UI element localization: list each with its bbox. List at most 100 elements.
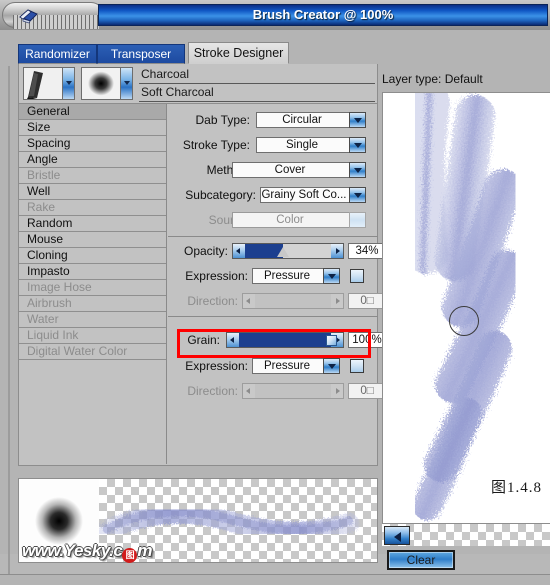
soft-dab-icon [82,68,120,99]
category-item-angle[interactable]: Angle [19,152,166,168]
category-item-well[interactable]: Well [19,184,166,200]
row-opacity: Opacity: 34% [168,243,386,261]
dab-type-value: Circular [282,114,322,126]
category-item-bristle: Bristle [19,168,166,184]
opacity-expression-value: Pressure [263,270,311,282]
chevron-down-icon[interactable] [349,162,366,178]
grain-expression-label: Expression: [185,359,248,373]
source-select: Color [232,212,366,228]
grain-direction-label: Direction: [187,384,238,398]
row-subcategory: Subcategory: Grainy Soft Co... [168,187,378,205]
category-item-spacing[interactable]: Spacing [19,136,166,152]
window-bottom-strip [0,574,550,585]
stroke-type-label: Stroke Type: [182,138,250,152]
stroke-type-value: Single [286,139,318,151]
opacity-expression-select[interactable]: Pressure [252,268,340,284]
category-list: General Size Spacing Angle Bristle Well … [19,104,167,464]
opacity-direction-increment [331,294,343,308]
clear-button[interactable]: Clear [387,550,455,570]
grain-invert-checkbox[interactable] [350,359,364,373]
charcoal-stick-icon [24,68,62,99]
row-grain-direction: Direction: 0□ [168,383,386,401]
watermark-seal-icon: 图 [122,548,138,563]
brush-category-thumbnail[interactable] [23,67,75,100]
divider-1 [168,236,378,237]
chevron-down-icon[interactable] [323,358,340,374]
subcategory-select[interactable]: Grainy Soft Co... [260,187,366,203]
tab-transposer[interactable]: Transposer [97,44,185,64]
opacity-direction-slider [242,293,344,309]
opacity-value[interactable]: 34% [348,243,386,259]
grain-expression-value: Pressure [263,360,311,372]
opacity-direction-track [243,294,343,308]
subcategory-value: Grainy Soft Co... [261,189,347,201]
stroke-type-select[interactable]: Single [256,137,366,153]
category-item-airbrush: Airbrush [19,296,166,312]
tab-stroke-designer[interactable]: Stroke Designer [188,42,289,64]
watermark-suffix: m [137,541,152,560]
opacity-direction-label: Direction: [187,294,238,308]
grain-direction-slider [242,383,344,399]
grain-direction-increment [331,384,343,398]
grain-expression-select[interactable]: Pressure [252,358,340,374]
brush-variant-name: Soft Charcoal [139,84,375,102]
tab-strip: Randomizer Transposer Stroke Designer [18,42,378,64]
opacity-direction-decrement [243,294,255,308]
category-item-liquid-ink: Liquid Ink [19,328,166,344]
paint-cup-icon [19,9,38,24]
row-opacity-direction: Direction: 0□ [168,293,386,311]
brush-cursor-ring [449,306,479,336]
brush-preview-pane[interactable]: 图1.4.8 [382,92,550,524]
category-item-random[interactable]: Random [19,216,166,232]
category-item-general[interactable]: General [19,104,166,120]
brush-names: Charcoal Soft Charcoal [139,66,375,102]
watermark: www.Yesky.c 图 m [22,541,222,563]
brush-category-dropdown-arrow[interactable] [62,68,74,99]
left-frame-edge [8,66,10,574]
watermark-prefix: www.Yesky.c [22,541,123,560]
opacity-slider-thumb[interactable] [277,247,289,257]
chevron-down-icon[interactable] [349,112,366,128]
opacity-direction-value: 0□ [348,293,386,309]
opacity-invert-checkbox[interactable] [350,269,364,283]
row-stroke-type: Stroke Type: Single [168,137,378,155]
source-value: Color [276,214,304,226]
divider-2 [168,316,378,317]
brush-creator-window: Brush Creator @ 100% Randomizer Transpos… [0,0,550,585]
window-body: Randomizer Transposer Stroke Designer Ch… [0,30,550,585]
grain-highlight-annotation [177,329,371,358]
category-item-impasto[interactable]: Impasto [19,264,166,280]
row-dab-type: Dab Type: Circular [168,112,378,130]
method-value: Cover [274,164,306,176]
left-arrow-icon[interactable] [384,526,410,545]
tab-randomizer[interactable]: Randomizer [18,44,97,64]
brush-variant-thumbnail[interactable] [81,67,133,100]
grain-direction-value: 0□ [348,383,386,399]
window-drag-handle[interactable] [2,2,104,29]
category-item-rake: Rake [19,200,166,216]
layer-type-label: Layer type: Default [382,72,483,86]
brush-header-panel: Charcoal Soft Charcoal [18,64,378,104]
category-item-size[interactable]: Size [19,120,166,136]
chevron-down-icon[interactable] [349,137,366,153]
row-opacity-expression: Expression: Pressure [168,268,378,286]
chevron-down-icon[interactable] [349,187,366,203]
settings-column: Dab Type: Circular Stroke Type: Single M… [168,104,386,464]
brush-variant-dropdown-arrow[interactable] [120,68,132,99]
window-title: Brush Creator @ 100% [252,7,394,22]
chevron-down-icon[interactable] [323,268,340,284]
grain-direction-track [243,384,343,398]
opacity-slider-increment[interactable] [331,244,343,258]
dab-type-select[interactable]: Circular [256,112,366,128]
row-grain-expression: Expression: Pressure [168,358,378,376]
category-item-water: Water [19,312,166,328]
stroke-designer-panel: General Size Spacing Angle Bristle Well … [18,104,386,466]
opacity-slider-decrement[interactable] [233,244,245,258]
category-item-cloning[interactable]: Cloning [19,248,166,264]
title-bar: Brush Creator @ 100% [0,0,550,30]
dab-type-label: Dab Type: [195,113,250,127]
category-item-mouse[interactable]: Mouse [19,232,166,248]
category-item-digital-water-color: Digital Water Color [19,344,166,360]
method-select[interactable]: Cover [232,162,366,178]
opacity-slider[interactable] [232,243,344,259]
